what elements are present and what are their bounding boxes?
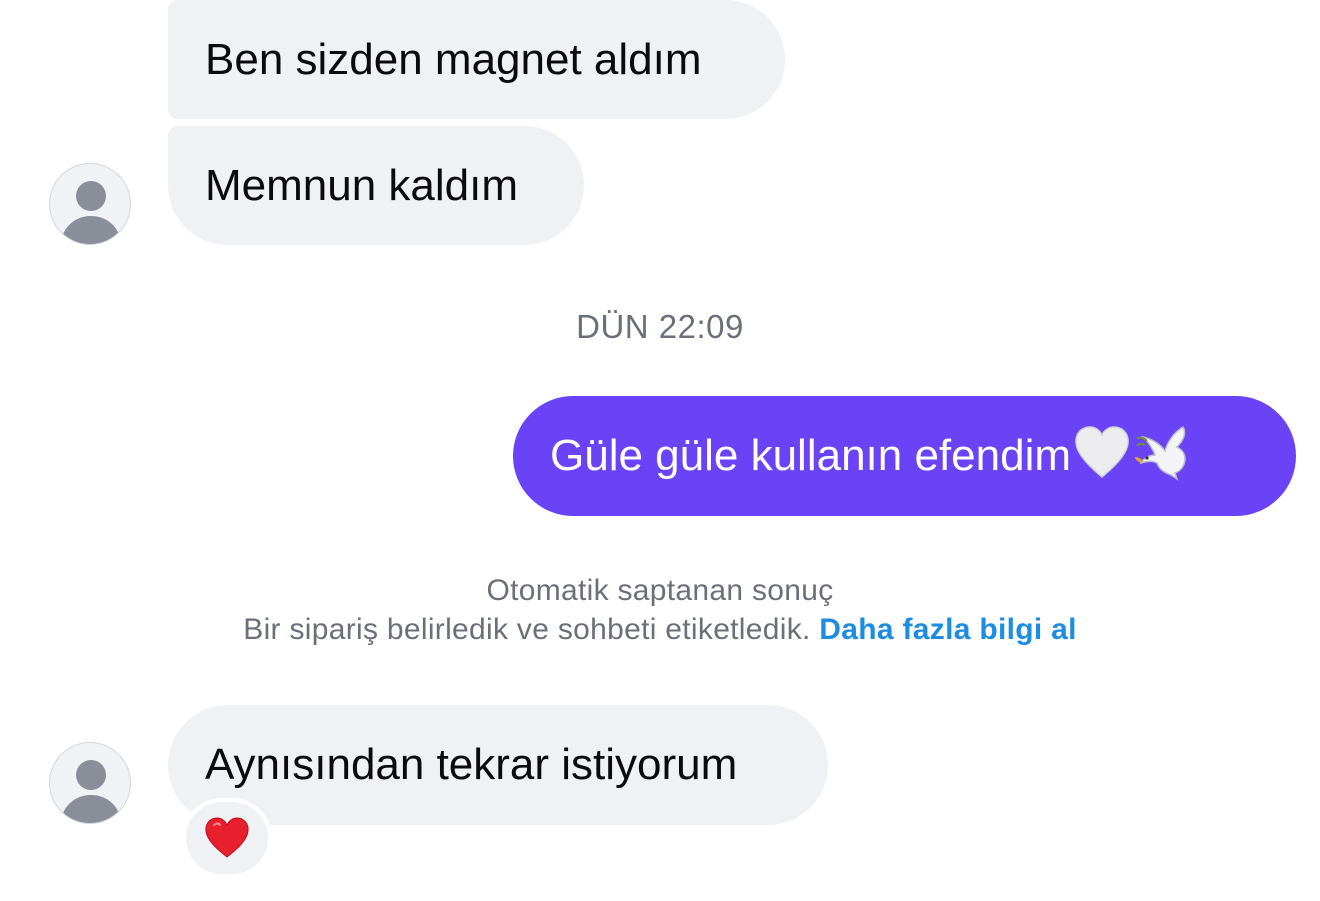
dove-icon [1133,423,1195,489]
red-heart-icon [205,817,249,858]
learn-more-link[interactable]: Daha fazla bilgi al [819,613,1076,646]
conversation-timestamp: DÜN 22:09 [576,308,744,345]
avatar[interactable] [49,742,131,824]
white-heart-icon [1073,425,1131,487]
incoming-message-bubble[interactable]: Aynısından tekrar istiyorum [168,705,828,825]
default-user-icon [60,760,122,823]
outgoing-message-bubble[interactable]: Güle güle kullanın efendim [513,396,1296,516]
default-user-icon [60,181,122,244]
message-text: Güle güle kullanın efendim [550,431,1071,480]
incoming-message-bubble[interactable]: Ben sizden magnet aldım [168,0,785,119]
message-text: Memnun kaldım [205,160,519,210]
auto-detected-result-text: Bir sipariş belirledik ve sohbeti etiket… [0,613,1320,647]
notice-text: Bir sipariş belirledik ve sohbeti etiket… [243,613,811,646]
auto-detected-result-title: Otomatik saptanan sonuç [486,574,834,607]
incoming-message-bubble[interactable]: Memnun kaldım [168,126,584,245]
message-reaction[interactable] [182,798,272,878]
message-text: Aynısından tekrar istiyorum [205,740,738,789]
avatar[interactable] [49,163,131,245]
message-text: Ben sizden magnet aldım [205,34,702,84]
